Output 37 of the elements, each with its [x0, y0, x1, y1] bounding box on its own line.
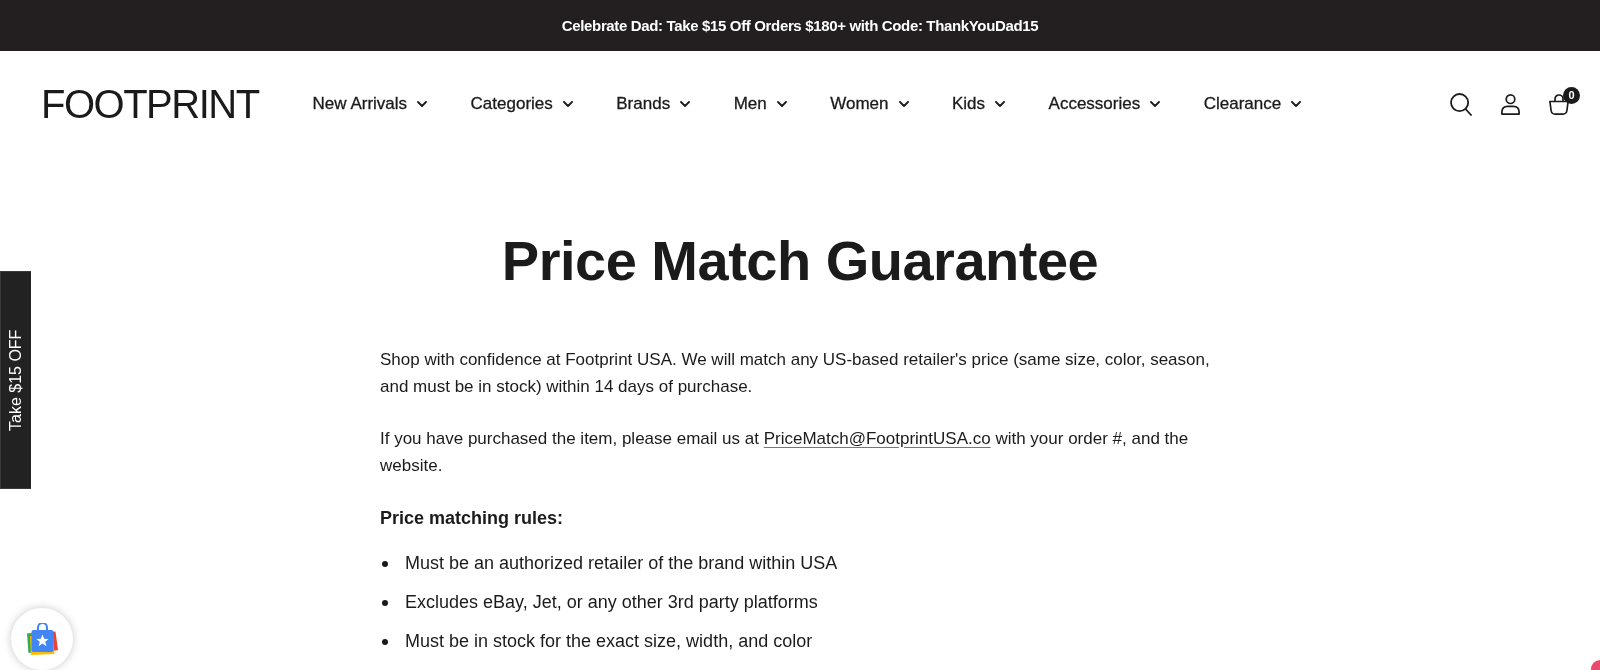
body-paragraph: If you have purchased the item, please email us at PriceMatch@FootprintUSA.co with your order #, and the website.: [380, 428, 1190, 477]
floating-button[interactable]: [1591, 660, 1600, 670]
logo[interactable]: FOOTPRINT: [41, 84, 259, 124]
rule-item: Excludes eBay, Jet, or any other 3rd party platforms: [405, 591, 818, 614]
chevron-down-icon: [1150, 101, 1161, 107]
discount-tab[interactable]: Take $15 OFF: [0, 271, 31, 489]
cart-icon[interactable]: [1549, 93, 1569, 115]
search-icon[interactable]: [1450, 92, 1472, 116]
cart-count-badge: 0: [1563, 86, 1580, 104]
page-title: Price Match Guarantee: [500, 230, 1100, 292]
chevron-down-icon: [1291, 101, 1302, 107]
nav-link[interactable]: Clearance: [1203, 94, 1302, 114]
announcement-text: Celebrate Dad: Take $15 Off Orders $180+ with Code: ThankYouDad15: [561, 17, 1039, 34]
nav-link[interactable]: Brands: [616, 94, 691, 114]
nav-link[interactable]: Accessories: [1048, 94, 1161, 114]
bullet-icon: [382, 638, 388, 645]
launcher-button[interactable]: [11, 608, 73, 670]
chevron-down-icon: [562, 101, 573, 107]
nav-link[interactable]: Women: [830, 94, 909, 114]
chevron-down-icon: [680, 101, 691, 107]
nav-link[interactable]: Men: [733, 94, 787, 114]
rule-item: Must be in stock for the exact size, width, and color: [405, 630, 813, 653]
nav-link[interactable]: Kids: [952, 94, 1006, 114]
nav-link[interactable]: New Arrivals: [312, 94, 428, 114]
nav-link[interactable]: Categories: [470, 94, 573, 114]
rule-item: Must be an authorized retailer of the brand within USA: [405, 552, 838, 575]
chevron-down-icon: [995, 101, 1006, 107]
rules-heading: Price matching rules:: [380, 507, 565, 530]
email-link[interactable]: PriceMatch@FootprintUSA.co: [763, 429, 991, 448]
chevron-down-icon: [776, 101, 787, 107]
chevron-down-icon: [417, 101, 428, 107]
body-paragraph: Shop with confidence at Footprint USA. We will match any US-based retailer's price (same size, color, season, and must be in stock) within 14 days of purchase.: [380, 349, 1211, 398]
shopping-bag-icon: [26, 623, 58, 655]
bullet-icon: [382, 560, 388, 567]
chevron-down-icon: [898, 101, 909, 107]
account-icon[interactable]: [1501, 93, 1520, 115]
bullet-icon: [382, 599, 388, 606]
